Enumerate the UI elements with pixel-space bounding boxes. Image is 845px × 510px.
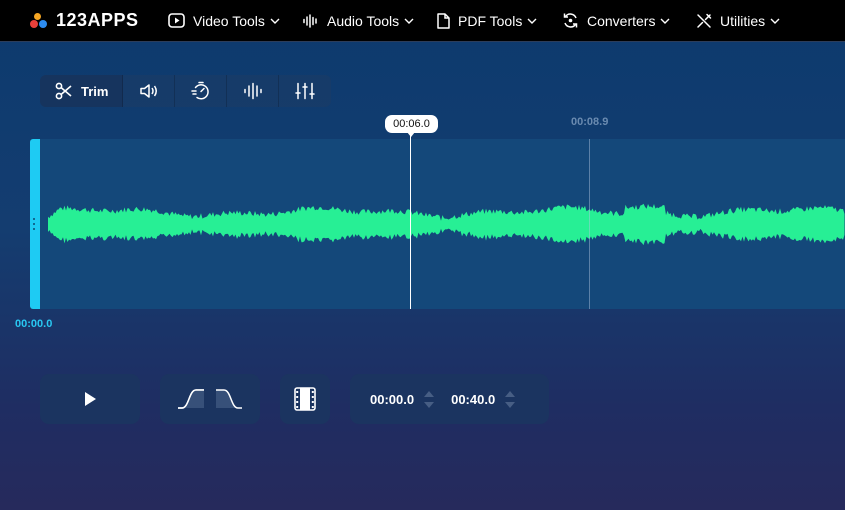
- play-button[interactable]: [40, 374, 140, 424]
- increment-icon[interactable]: [505, 390, 516, 397]
- playhead-line[interactable]: [410, 130, 411, 309]
- nav-utilities-label: Utilities: [720, 12, 766, 29]
- nav-video-label: Video Tools: [193, 12, 265, 29]
- end-time-field[interactable]: 00:40.0: [451, 374, 516, 424]
- decrement-icon[interactable]: [505, 401, 516, 408]
- hover-line: [589, 139, 590, 309]
- start-time-field[interactable]: 00:00.0: [370, 374, 435, 424]
- handle-grip-icon: [33, 218, 36, 230]
- nav-audio-label: Audio Tools: [327, 12, 400, 29]
- tool-tabs: Trim: [40, 75, 331, 107]
- speed-icon: [190, 81, 209, 100]
- trim-start-time-label: 00:00.0: [15, 318, 53, 330]
- volume-icon: [139, 84, 157, 98]
- hover-time-label: 00:08.9: [571, 116, 609, 128]
- decrement-icon[interactable]: [424, 401, 435, 408]
- logo-dots-icon: [30, 12, 50, 29]
- end-time-stepper[interactable]: [505, 390, 516, 408]
- waveform: [48, 203, 845, 246]
- chevron-down-icon: [527, 18, 537, 24]
- chevron-down-icon: [660, 18, 670, 24]
- nav-video-tools[interactable]: Video Tools: [168, 0, 280, 42]
- tab-trim-label: Trim: [81, 83, 109, 99]
- tab-equalizer[interactable]: [227, 75, 279, 107]
- equalizer-wave-icon: [243, 82, 262, 100]
- tab-volume[interactable]: [123, 75, 175, 107]
- logo-text: 123APPS: [56, 10, 139, 30]
- film-mode-button[interactable]: [280, 374, 330, 424]
- convert-cycle-icon: [563, 13, 578, 28]
- fade-controls: [160, 374, 260, 424]
- end-time-value[interactable]: 00:40.0: [451, 392, 495, 407]
- document-icon: [437, 12, 450, 29]
- trim-time-inputs: 00:00.0 00:40.0: [350, 374, 549, 424]
- top-navbar: 123APPS Video Tools Audio Tools PDF Tool…: [0, 0, 845, 42]
- waveform-shape: [48, 203, 845, 246]
- waveform-panel[interactable]: [40, 139, 845, 309]
- chevron-down-icon: [270, 18, 280, 24]
- start-time-stepper[interactable]: [424, 390, 435, 408]
- logo[interactable]: 123APPS: [30, 10, 166, 31]
- nav-converters[interactable]: Converters: [562, 0, 670, 42]
- chevron-down-icon: [404, 18, 414, 24]
- sliders-icon: [295, 82, 315, 100]
- chevron-down-icon: [770, 18, 780, 24]
- tab-trim[interactable]: Trim: [40, 75, 123, 107]
- scissors-icon: [55, 82, 72, 100]
- fade-in-icon[interactable]: [177, 389, 205, 409]
- nav-audio-tools[interactable]: Audio Tools: [303, 0, 414, 42]
- play-icon: [85, 392, 96, 406]
- increment-icon[interactable]: [424, 390, 435, 397]
- nav-pdf-label: PDF Tools: [458, 12, 523, 29]
- nav-converters-label: Converters: [587, 12, 656, 29]
- nav-pdf-tools[interactable]: PDF Tools: [436, 0, 537, 42]
- playhead-time-label: 00:06.0: [385, 115, 438, 137]
- start-time-value[interactable]: 00:00.0: [370, 392, 414, 407]
- fade-out-icon[interactable]: [215, 389, 243, 409]
- nav-utilities[interactable]: Utilities: [696, 0, 780, 42]
- play-box-icon: [168, 13, 185, 28]
- tab-speed[interactable]: [175, 75, 227, 107]
- audio-wave-icon: [303, 13, 317, 28]
- tab-sliders[interactable]: [279, 75, 331, 107]
- film-strip-icon: [294, 387, 316, 411]
- tools-icon: [697, 13, 712, 28]
